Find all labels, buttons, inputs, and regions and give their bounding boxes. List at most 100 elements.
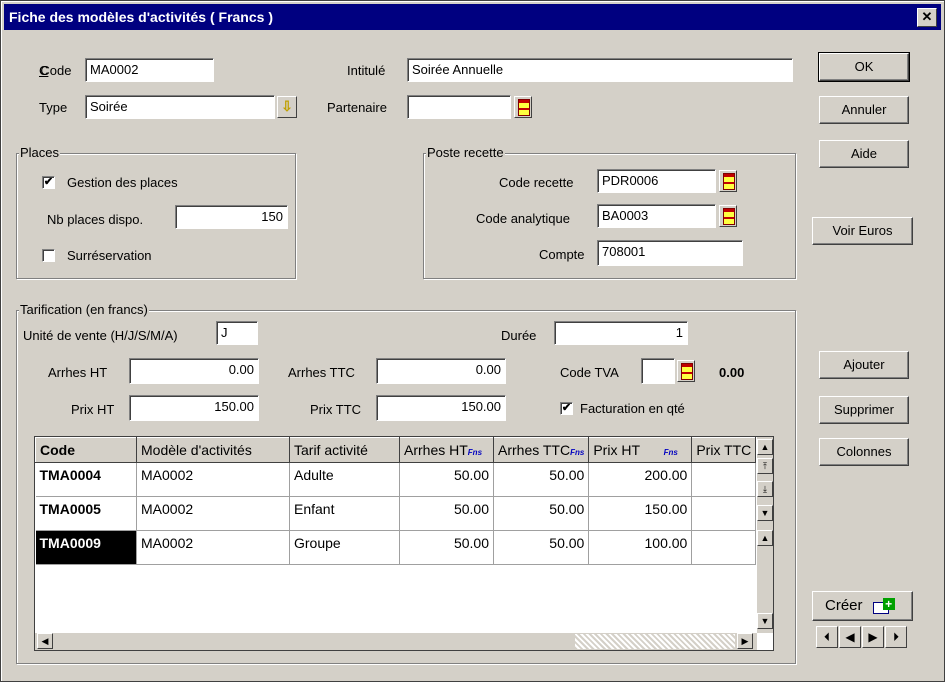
unite-field[interactable]: J [216,321,258,345]
scroll-up-icon[interactable]: ▲ [757,439,773,455]
code-recette-field[interactable]: PDR0006 [597,169,716,193]
code-analytique-field[interactable]: BA0003 [597,204,716,228]
col-header-tarif[interactable]: Tarif activité [289,437,400,463]
intitule-label: Intitulé [347,63,386,78]
code-label: CCode [39,63,72,78]
cell-tarif[interactable]: Groupe [289,530,400,565]
cell-prix-ht[interactable]: 100.00 [588,530,693,565]
code-tva-field[interactable] [641,358,675,384]
horizontal-scrollbar[interactable]: ◀ ▶ [35,633,757,650]
col-header-arrhes-ttc-text: Arrhes TTC [498,442,571,458]
last-record-icon[interactable]: ⏵ [885,626,907,648]
col-header-prix-ttc[interactable]: Prix TTC [691,437,757,463]
fns-icon: Fns [570,448,585,457]
compte-label: Compte [539,247,585,262]
arrhes-ttc-label: Arrhes TTC [288,365,355,380]
cell-prix-ttc[interactable] [691,496,757,531]
code-analytique-label: Code analytique [476,211,570,226]
prix-ttc-field[interactable]: 150.00 [376,395,506,421]
first-record-icon[interactable]: ⏴ [816,626,838,648]
cell-code[interactable]: TMA0005 [35,496,137,531]
code-analytique-lookup-icon[interactable] [719,205,737,227]
surreservation-checkbox[interactable] [42,249,55,262]
facturation-label: Facturation en qté [580,401,685,416]
first-row-icon[interactable]: ⤒ [757,458,773,474]
title-bar: Fiche des modèles d'activités ( Francs )… [4,4,941,30]
create-button[interactable]: Créer + [812,591,913,621]
poste-recette-title: Poste recette [426,145,505,160]
add-button[interactable]: Ajouter [819,351,909,379]
duree-field[interactable]: 1 [554,321,688,345]
cell-code[interactable]: TMA0004 [35,462,137,497]
type-field[interactable]: Soirée [85,95,275,119]
intitule-field[interactable]: Soirée Annuelle [407,58,793,82]
new-record-icon: + [872,598,897,615]
code-tva-lookup-icon[interactable] [677,360,695,382]
scroll-up-icon[interactable]: ▲ [757,530,773,546]
vertical-scrollbar[interactable]: ▲ ⤒ ⤓ ▼ ▲ ▼ [757,437,773,633]
col-header-prix-ht[interactable]: Prix HT Fns [588,437,693,463]
arrhes-ht-label: Arrhes HT [48,365,108,380]
gestion-checkbox[interactable]: ✔ [42,176,55,189]
window-title: Fiche des modèles d'activités ( Francs ) [9,9,273,25]
cell-code-selected[interactable]: TMA0009 [35,530,137,565]
table-row[interactable]: TMA0004 MA0002 Adulte 50.00 50.00 200.00 [35,462,757,497]
cell-arrhes-ht[interactable]: 50.00 [399,530,494,565]
cell-prix-ttc[interactable] [691,530,757,565]
table-row[interactable]: TMA0005 MA0002 Enfant 50.00 50.00 150.00 [35,496,757,531]
previous-record-icon[interactable]: ◀ [839,626,861,648]
close-icon[interactable]: ✕ [917,8,937,27]
prix-ttc-label: Prix TTC [310,402,362,417]
last-row-icon[interactable]: ⤓ [757,481,773,497]
type-label: Type [39,100,68,115]
cell-modele[interactable]: MA0002 [136,530,290,565]
cell-prix-ttc[interactable] [691,462,757,497]
cell-arrhes-ht[interactable]: 50.00 [399,462,494,497]
arrhes-ht-field[interactable]: 0.00 [129,358,259,384]
arrhes-ttc-field[interactable]: 0.00 [376,358,506,384]
col-header-arrhes-ht-text: Arrhes HT [404,442,468,458]
columns-button[interactable]: Colonnes [819,438,909,466]
fns-icon: Fns [663,448,678,457]
scroll-left-icon[interactable]: ◀ [37,633,53,649]
type-picker-icon[interactable]: ⇩ [277,96,297,118]
scroll-track[interactable] [575,634,735,649]
cancel-button[interactable]: Annuler [819,96,909,124]
cell-arrhes-ht[interactable]: 50.00 [399,496,494,531]
col-header-modele[interactable]: Modèle d'activités [136,437,290,463]
code-field[interactable]: MA0002 [85,58,214,82]
voir-euros-button[interactable]: Voir Euros [812,217,913,245]
prix-ht-field[interactable]: 150.00 [129,395,259,421]
scroll-right-icon[interactable]: ▶ [737,633,753,649]
delete-button[interactable]: Supprimer [819,396,909,424]
cell-modele[interactable]: MA0002 [136,462,290,497]
help-button[interactable]: Aide [819,140,909,168]
activity-grid: Code Modèle d'activités Tarif activité A… [34,436,774,651]
cell-arrhes-ttc[interactable]: 50.00 [493,496,590,531]
cell-modele[interactable]: MA0002 [136,496,290,531]
tva-rate: 0.00 [719,365,745,380]
page-down-icon[interactable]: ▼ [757,505,773,521]
cell-prix-ht[interactable]: 200.00 [588,462,693,497]
nb-places-label: Nb places dispo. [47,212,144,227]
ok-button[interactable]: OK [818,52,910,82]
col-header-arrhes-ttc[interactable]: Arrhes TTCFns [492,437,590,463]
next-record-icon[interactable]: ▶ [862,626,884,648]
partenaire-label: Partenaire [327,100,387,115]
partenaire-lookup-icon[interactable] [514,96,532,118]
partenaire-field[interactable] [407,95,511,119]
scroll-down-icon[interactable]: ▼ [757,613,773,629]
code-recette-lookup-icon[interactable] [719,170,737,192]
facturation-checkbox[interactable]: ✔ [560,402,573,415]
compte-field[interactable]: 708001 [597,240,743,266]
cell-prix-ht[interactable]: 150.00 [588,496,693,531]
col-header-arrhes-ht[interactable]: Arrhes HTFns [399,437,494,463]
nb-places-field[interactable]: 150 [175,205,288,229]
table-row[interactable]: TMA0009 MA0002 Groupe 50.00 50.00 100.00 [35,530,757,565]
cell-tarif[interactable]: Adulte [289,462,400,497]
cell-arrhes-ttc[interactable]: 50.00 [493,462,590,497]
cell-tarif[interactable]: Enfant [289,496,400,531]
cell-arrhes-ttc[interactable]: 50.00 [493,530,590,565]
grid-table: Code Modèle d'activités Tarif activité A… [35,437,757,565]
col-header-code[interactable]: Code [35,437,137,463]
